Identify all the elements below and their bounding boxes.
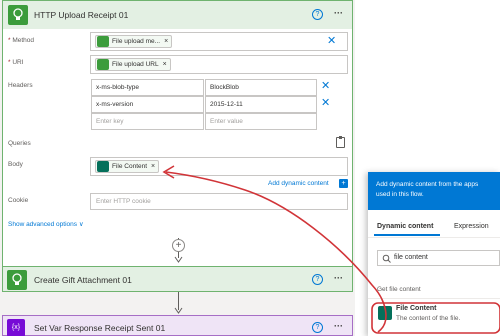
card-title: HTTP Upload Receipt 01 bbox=[34, 10, 129, 20]
item-title: File Content bbox=[396, 305, 437, 312]
arrow-down-icon bbox=[174, 307, 183, 314]
queries-label: Queries bbox=[8, 140, 31, 147]
required-mark: * bbox=[8, 37, 11, 44]
token-icon bbox=[97, 59, 109, 70]
body-token[interactable]: File Content × bbox=[95, 160, 160, 173]
uri-label: * URI bbox=[8, 59, 24, 66]
token-icon bbox=[97, 36, 109, 47]
dynamic-content-header: Add dynamic content from the apps used i… bbox=[368, 172, 500, 210]
remove-header-2-button[interactable]: ✕ bbox=[321, 98, 330, 109]
header-key-2[interactable]: x-ms-version bbox=[91, 96, 204, 113]
more-icon[interactable]: ··· bbox=[334, 273, 343, 283]
header-value-new[interactable]: Enter value bbox=[205, 113, 317, 130]
section-header: Get file content bbox=[377, 286, 421, 293]
body-token-label: File Content bbox=[112, 163, 148, 170]
bulb-icon bbox=[7, 270, 27, 290]
active-tab-indicator bbox=[374, 234, 440, 236]
help-icon[interactable]: ? bbox=[312, 9, 323, 20]
more-icon[interactable]: ··· bbox=[334, 8, 343, 18]
clipboard-icon[interactable] bbox=[336, 136, 345, 148]
show-advanced-options-link[interactable]: Show advanced options ∨ bbox=[8, 220, 84, 228]
file-icon bbox=[378, 306, 392, 320]
search-value: file content bbox=[394, 254, 428, 261]
body-field[interactable]: File Content × bbox=[90, 157, 348, 176]
method-field[interactable]: File upload me... × ✕ bbox=[90, 32, 348, 51]
help-icon[interactable]: ? bbox=[312, 322, 323, 333]
action-card-set-variable[interactable]: {x} Set Var Response Receipt Sent 01 ? ·… bbox=[2, 315, 353, 336]
help-icon[interactable]: ? bbox=[312, 274, 323, 285]
header-key-new[interactable]: Enter key bbox=[91, 113, 204, 130]
more-icon[interactable]: ··· bbox=[334, 321, 343, 331]
headers-label: Headers bbox=[8, 82, 33, 89]
uri-field[interactable]: File upload URL × bbox=[90, 55, 348, 74]
file-token-icon bbox=[97, 161, 109, 172]
uri-token-label: File upload URL bbox=[112, 61, 159, 68]
step-title: Create Gift Attachment 01 bbox=[34, 275, 132, 285]
uri-token[interactable]: File upload URL × bbox=[95, 58, 171, 71]
close-icon[interactable]: × bbox=[163, 61, 167, 68]
dynamic-item-file-content[interactable]: File Content The content of the file. bbox=[374, 303, 500, 329]
action-card-create-gift-attachment[interactable]: Create Gift Attachment 01 ? ··· bbox=[2, 266, 353, 292]
step-title: Set Var Response Receipt Sent 01 bbox=[34, 323, 166, 333]
tab-divider bbox=[368, 237, 500, 238]
show-advanced-label: Show advanced options bbox=[8, 221, 78, 228]
cookie-label: Cookie bbox=[8, 197, 29, 204]
method-token[interactable]: File upload me... × bbox=[95, 35, 173, 48]
add-dynamic-content-link[interactable]: Add dynamic content bbox=[268, 180, 329, 187]
search-icon bbox=[382, 254, 391, 263]
tab-expression[interactable]: Expression bbox=[454, 223, 489, 230]
arrow-down-icon bbox=[174, 256, 183, 263]
method-label-text: Method bbox=[12, 37, 35, 44]
remove-header-1-button[interactable]: ✕ bbox=[321, 81, 330, 92]
search-input[interactable]: file content bbox=[377, 250, 500, 266]
header-value-1[interactable]: BlockBlob bbox=[205, 79, 317, 96]
method-token-label: File upload me... bbox=[112, 38, 161, 45]
add-dynamic-content-plus[interactable]: + bbox=[339, 179, 348, 188]
dynamic-content-panel: Add dynamic content from the apps used i… bbox=[368, 172, 500, 336]
close-icon[interactable]: × bbox=[151, 163, 155, 170]
header-value-2[interactable]: 2015-12-11 bbox=[205, 96, 317, 113]
variable-icon: {x} bbox=[7, 319, 25, 336]
method-label: * Method bbox=[8, 37, 34, 44]
insert-step-button[interactable]: + bbox=[172, 239, 185, 252]
chevron-down-icon: ∨ bbox=[78, 221, 84, 228]
tab-dynamic-content[interactable]: Dynamic content bbox=[377, 223, 433, 230]
section-divider bbox=[368, 298, 500, 299]
item-description: The content of the file. bbox=[396, 315, 461, 322]
bulb-icon bbox=[8, 5, 28, 25]
body-label: Body bbox=[8, 161, 23, 168]
header-key-1[interactable]: x-ms-blob-type bbox=[91, 79, 204, 96]
clipboard-clip bbox=[339, 136, 342, 139]
card-header[interactable]: HTTP Upload Receipt 01 ? ··· bbox=[3, 1, 352, 29]
close-icon[interactable]: × bbox=[164, 38, 168, 45]
action-card-http: HTTP Upload Receipt 01 ? ··· * Method Fi… bbox=[2, 0, 353, 269]
cookie-field[interactable]: Enter HTTP cookie bbox=[90, 193, 348, 210]
clear-method-button[interactable]: ✕ bbox=[327, 36, 336, 47]
required-mark: * bbox=[8, 59, 11, 66]
uri-label-text: URI bbox=[12, 59, 24, 66]
